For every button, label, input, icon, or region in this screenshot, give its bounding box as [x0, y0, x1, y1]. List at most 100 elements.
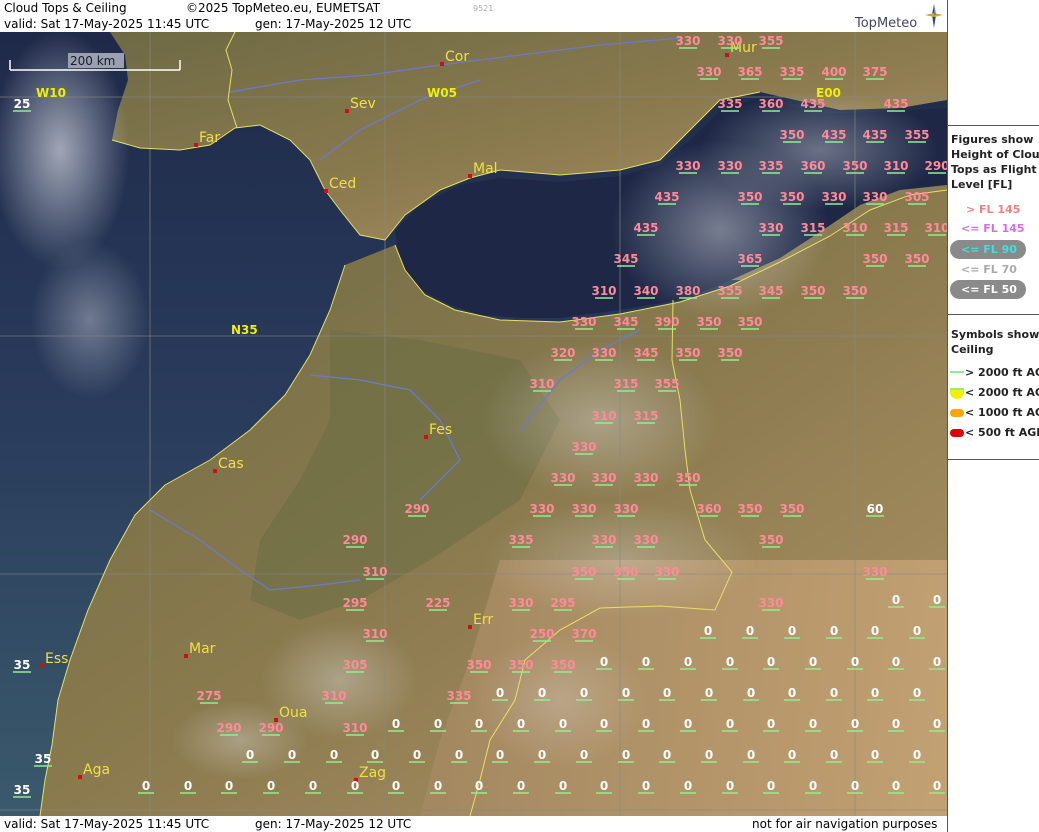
cloud-top-value: 355: [904, 128, 929, 142]
cloud-top-value: 330: [862, 565, 887, 579]
ceiling-zero-label: 0: [871, 748, 879, 762]
brand-name: TopMeteo: [855, 16, 918, 31]
ceiling-zero-label: 0: [309, 779, 317, 793]
cloud-top-value: 275: [196, 689, 221, 703]
ceiling-zero-label: 0: [892, 655, 900, 669]
cloud-top-value: 355: [717, 284, 742, 298]
ceiling-zero-label: 0: [142, 779, 150, 793]
ceiling-zero-label: 0: [642, 717, 650, 731]
cloud-top-value: 335: [758, 159, 783, 173]
cloud-top-value: 330: [508, 596, 533, 610]
cloud-top-value: 345: [633, 346, 658, 360]
ceiling-zero-label: 0: [600, 655, 608, 669]
cloud-top-value: 435: [883, 97, 908, 111]
ceiling-lt500-icon: [950, 429, 964, 437]
cloud-top-value: 335: [779, 65, 804, 79]
cloud-top-value: 310: [321, 689, 346, 703]
ceiling-zero-label: 0: [622, 686, 630, 700]
ceiling-zero-label: 0: [788, 748, 796, 762]
ceiling-zero-label: 0: [933, 779, 941, 793]
ceiling-zero-label: 0: [871, 686, 879, 700]
ceiling-zero-label: 0: [538, 748, 546, 762]
cloud-top-value: 330: [529, 502, 554, 516]
city-marker: [345, 109, 349, 113]
cloud-top-value: 350: [508, 658, 533, 672]
cloud-top-value: 310: [342, 721, 367, 735]
ceiling-zero-label: 0: [600, 717, 608, 731]
cloud-top-value: 350: [737, 315, 762, 329]
cloud-top-value: 335: [446, 689, 471, 703]
cloud-top-value: 350: [696, 315, 721, 329]
cloud-top-value: 435: [654, 190, 679, 204]
cloud-top-value: 330: [758, 596, 783, 610]
grid-label: N35: [231, 323, 258, 337]
ceiling-zero-label: 0: [475, 717, 483, 731]
ceiling-zero-label: 0: [663, 686, 671, 700]
ceiling-zero-label: 0: [455, 748, 463, 762]
ceiling-zero-label: 0: [746, 624, 754, 638]
cloud-top-value: 390: [654, 315, 679, 329]
ceiling-zero-label: 0: [747, 686, 755, 700]
ceiling-zero-label: 0: [392, 717, 400, 731]
city-label: Zag: [359, 765, 386, 781]
city-marker: [40, 664, 44, 668]
city-label: Aga: [83, 762, 110, 778]
legend-figures-line-3: Tops as Flight: [951, 163, 1037, 176]
city-marker: [468, 625, 472, 629]
ceiling-zero-label: 0: [517, 717, 525, 731]
cloud-top-value: 250: [529, 627, 554, 641]
cloud-top-value: 310: [529, 377, 554, 391]
ceiling-zero-label: 0: [288, 748, 296, 762]
cloud-top-value: 330: [675, 159, 700, 173]
legend-level-2: <= FL 145: [961, 222, 1025, 235]
cloud-top-value: 330: [613, 502, 638, 516]
legend-level-4: <= FL 70: [961, 263, 1017, 276]
cloud-top-value: 310: [842, 221, 867, 235]
cloud-top-value: 330: [591, 346, 616, 360]
city-marker: [184, 654, 188, 658]
legend-level-3: <= FL 90: [961, 243, 1017, 256]
footer-bar: valid: Sat 17-May-2025 11:45 UTC gen: 17…: [0, 816, 947, 832]
ceiling-zero-label: 0: [496, 748, 504, 762]
cloud-top-value: 25: [14, 97, 31, 111]
city-marker: [324, 189, 328, 193]
city-label: Err: [473, 612, 493, 628]
ceiling-zero-label: 0: [809, 717, 817, 731]
ceiling-zero-label: 0: [413, 748, 421, 762]
legend-symbols-line-1: Symbols show: [951, 328, 1039, 341]
cloud-top-value: 355: [654, 377, 679, 391]
cloud-top-value: 350: [550, 658, 575, 672]
cloud-top-value: 365: [737, 252, 762, 266]
cloud-top-value: 350: [571, 565, 596, 579]
cloud-top-value: 290: [342, 533, 367, 547]
ceiling-zero-label: 0: [496, 686, 504, 700]
cloud-top-value: 330: [571, 315, 596, 329]
cloud-top-value: 330: [591, 533, 616, 547]
cloud-top-value: 330: [571, 502, 596, 516]
gen-time: gen: 17-May-2025 12 UTC: [255, 17, 412, 31]
satellite-map[interactable]: 200 km W10 W05 E00 N35 Cor Mur Sev Far Ced Mal Fe…: [0, 32, 947, 816]
cloud-top-value: 360: [696, 502, 721, 516]
cloud-top-value: 350: [717, 346, 742, 360]
cloud-top-value: 400: [821, 65, 846, 79]
legend-panel: Figures show Height of Cloud Tops as Fli…: [947, 0, 1039, 832]
ceiling-zero-label: 0: [933, 717, 941, 731]
ceiling-zero-label: 0: [559, 717, 567, 731]
cloud-top-value: 350: [466, 658, 491, 672]
ceiling-zero-label: 0: [392, 779, 400, 793]
disclaimer-text: not for air navigation purposes: [752, 817, 938, 831]
cloud-top-value: 315: [613, 377, 638, 391]
cloud-top-value: 35: [14, 658, 31, 672]
ceiling-zero-label: 0: [851, 655, 859, 669]
cloud-top-value: 310: [883, 159, 908, 173]
legend-symbols-line-2: Ceiling: [951, 343, 994, 356]
legend-level-5: <= FL 50: [961, 283, 1017, 296]
cloud-top-value: 345: [758, 284, 783, 298]
ceiling-zero-label: 0: [663, 748, 671, 762]
legend-symbol-1: > 2000 ft AGL: [965, 366, 1039, 379]
cloud-top-value: 305: [904, 190, 929, 204]
ceiling-zero-label: 0: [830, 624, 838, 638]
ceiling-zero-label: 0: [705, 748, 713, 762]
ceiling-zero-label: 0: [600, 779, 608, 793]
cloud-top-value: 60: [867, 502, 884, 516]
